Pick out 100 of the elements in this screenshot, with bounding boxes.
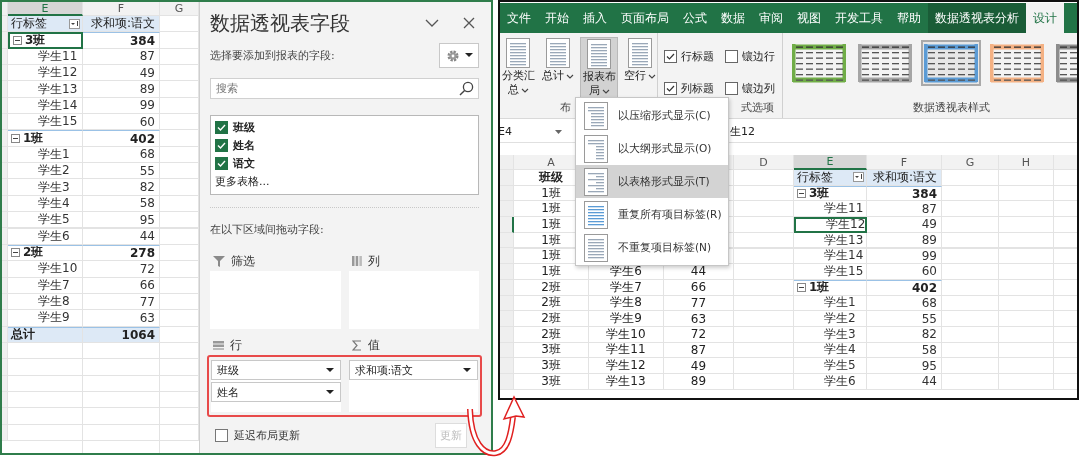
checkbox-label: 镶边行 [742,49,775,64]
table-cell: 87 [83,48,160,66]
table-cell: 99 [867,248,942,265]
ribbon-tab[interactable]: 开始 [538,3,576,33]
table-cell: 68 [83,146,160,164]
table-cell: 68 [867,295,942,312]
table-cell: 学生10 [589,326,664,343]
column-header[interactable]: E [794,155,867,170]
chip-label: 姓名 [217,384,239,400]
more-tables-link[interactable]: 更多表格... [215,174,474,189]
table-cell: 44 [867,373,942,390]
table-cell: 77 [83,293,160,311]
chip-label: 求和项:语文 [354,362,414,378]
table-cell: 89 [664,373,734,390]
table-cell: 学生13 [794,232,867,249]
table-cell: 学生2 [8,163,83,180]
table-cell: 学生9 [589,311,664,327]
group-label: 1班 [809,280,830,295]
field-label: 班级 [233,119,255,135]
table-cell: 3班 [514,373,589,390]
table-cell: 学生4 [8,195,83,213]
ribbon-button[interactable]: 分类汇总 [500,37,536,98]
field-chip[interactable]: 姓名 [211,382,341,402]
ribbon-tab[interactable]: 公式 [676,3,714,33]
field-label: 语文 [233,155,255,171]
table-cell: 66 [83,277,160,294]
table-cell: 学生1 [794,295,867,312]
table-cell: 学生15 [794,264,867,280]
table-cell: 3班 [514,342,589,359]
checkbox-label: 延迟布局更新 [234,427,300,443]
column-header[interactable]: H [999,155,1054,170]
table-cell: 学生7 [589,279,664,296]
ribbon-button[interactable]: 总计 [540,37,576,84]
table-cell: 3班 [514,358,589,374]
table-cell: 49 [664,358,734,374]
ribbon-tab[interactable]: 数据 [714,3,752,33]
checkbox-label: 列标题 [681,80,714,96]
table-cell: 2班 [514,279,589,296]
table-cell: 44 [83,228,160,245]
table-cell: 学生11 [8,48,83,66]
table-cell: 学生5 [8,212,83,229]
table-cell: 63 [83,310,160,327]
table-cell: 学生12 [794,217,867,233]
ribbon-tab[interactable]: 视图 [790,3,828,33]
table-cell: 55 [83,163,160,180]
checkbox-label: 行标题 [681,49,714,64]
group-label: 1班 [23,131,44,146]
table-cell: 学生14 [794,248,867,265]
table-cell: 89 [83,81,160,98]
table-cell: 66 [664,279,734,296]
table-cell: 学生11 [589,342,664,359]
table-cell: 72 [664,326,734,343]
table-cell: 60 [867,264,942,280]
area-label: 行 [230,336,242,354]
table-cell: 95 [867,358,942,374]
table-cell: 77 [664,295,734,312]
group-label: 3班 [25,34,46,47]
column-header[interactable]: E [8,2,83,16]
header-label: 求和项:语文 [867,170,942,186]
table-cell: 63 [664,311,734,327]
menu-item-label: 以大纲形式显示(O) [618,141,712,156]
ribbon-tab[interactable]: 数据透视表分析 [928,3,1026,33]
ribbon-tab[interactable]: 开发工具 [828,3,890,33]
formula-text: 生12 [730,124,755,139]
table-cell: 99 [83,97,160,115]
ribbon-button[interactable]: 空行 [622,37,658,84]
table-cell: 学生14 [8,97,83,115]
menu-item[interactable]: 以压缩形式显示(C) [576,99,728,132]
table-cell: 82 [867,326,942,343]
table-cell: 学生6 [8,228,83,245]
ribbon-tab[interactable]: 页面布局 [614,3,676,33]
ribbon-button[interactable]: 报表布局 [580,37,618,100]
table-cell: 学生15 [8,114,83,131]
table-cell: 87 [867,201,942,218]
ribbon-tab[interactable]: 设计 [1026,3,1064,33]
group-label: 数据透视表样式 [912,100,990,116]
menu-item[interactable]: 以表格形式显示(T) [576,165,728,198]
table-cell: 82 [83,179,160,196]
checkbox-label: 镶边列 [742,80,775,96]
field-chip[interactable]: 求和项:语文 [348,360,478,380]
search-field[interactable]: 搜索 [210,78,479,99]
header-label: 求和项:语文 [83,16,160,33]
header-label: 行标签 [11,16,47,32]
pane-instruction: 在以下区域间拖动字段: [210,222,325,237]
table-cell: 学生10 [8,261,83,278]
ribbon-tab[interactable]: 审阅 [752,3,790,33]
table-cell: 55 [867,311,942,327]
group-label: 式选项 [741,100,774,116]
header-label: 行标签 [797,170,833,185]
area-label: 列 [367,252,380,270]
table-cell: 49 [83,65,160,82]
table-cell: 学生5 [794,358,867,374]
area-label: 筛选 [231,252,255,270]
ribbon-tab[interactable]: 文件 [500,3,538,33]
field-chip[interactable]: 班级 [211,360,341,380]
ribbon-tab[interactable]: 帮助 [890,3,928,33]
column-header[interactable]: G [942,155,999,170]
table-cell: 学生2 [794,311,867,327]
ribbon-tab[interactable]: 插入 [576,3,614,33]
table-cell: 学生8 [589,295,664,312]
